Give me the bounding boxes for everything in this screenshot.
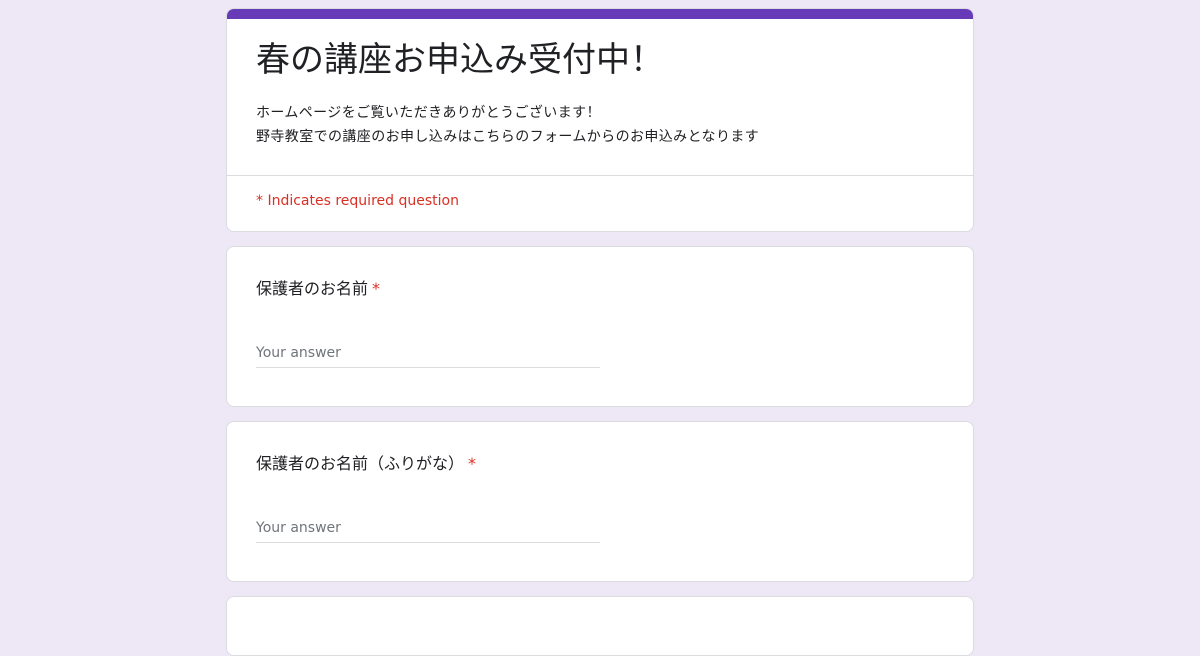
guardian-name-input[interactable] bbox=[256, 339, 600, 368]
question-card-next bbox=[226, 596, 974, 656]
question-title: 保護者のお名前 * bbox=[256, 277, 380, 301]
header-divider bbox=[227, 175, 973, 176]
form-header-card: 春の講座お申込み受付中！ ホームページをご覧いただきありがとうございます！ 野寺… bbox=[226, 8, 974, 232]
required-question-note: * Indicates required question bbox=[256, 193, 459, 209]
form-description: ホームページをご覧いただきありがとうございます！ 野寺教室での講座のお申し込みは… bbox=[256, 101, 759, 149]
form-title: 春の講座お申込み受付中！ bbox=[256, 40, 664, 80]
question-card-guardian-name: 保護者のお名前 * bbox=[226, 246, 974, 407]
form-description-line: 野寺教室での講座のお申し込みはこちらのフォームからのお申込みとなります bbox=[256, 129, 760, 145]
required-asterisk: * bbox=[372, 279, 381, 298]
question-title: 保護者のお名前（ふりがな） * bbox=[256, 452, 476, 476]
question-label: 保護者のお名前（ふりがな） bbox=[256, 454, 465, 473]
required-asterisk: * bbox=[468, 454, 477, 473]
question-card-guardian-name-furigana: 保護者のお名前（ふりがな） * bbox=[226, 421, 974, 582]
guardian-name-furigana-input[interactable] bbox=[256, 514, 600, 543]
form-description-line: ホームページをご覧いただきありがとうございます！ bbox=[256, 105, 601, 121]
question-label: 保護者のお名前 bbox=[256, 279, 369, 298]
form-container: 春の講座お申込み受付中！ ホームページをご覧いただきありがとうございます！ 野寺… bbox=[226, 8, 974, 656]
theme-accent-bar bbox=[227, 9, 973, 19]
